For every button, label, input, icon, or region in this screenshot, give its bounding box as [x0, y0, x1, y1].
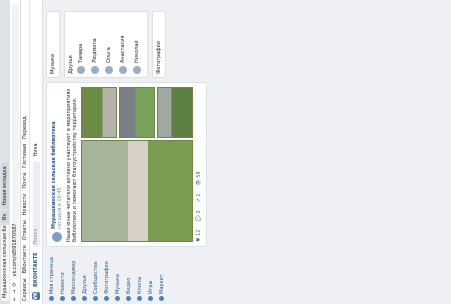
groups-icon	[93, 296, 98, 301]
photos-panel: Фотографии	[152, 11, 166, 78]
video-icon	[126, 296, 131, 301]
url-field[interactable]: vk.com/id591870587	[11, 3, 19, 280]
post-actions: ♥ 12 💬 3 ↗ 1 👁 58	[196, 87, 202, 242]
friend-item[interactable]: Людмила	[88, 15, 102, 74]
photos-title: Фотографии	[156, 41, 162, 74]
post-photo[interactable]	[81, 87, 117, 138]
main-layout: Моя страница Новости Мессенджер Друзья С…	[43, 0, 432, 304]
brand-name: ВКОНТАКТЕ	[33, 252, 39, 287]
post-photo[interactable]	[157, 87, 193, 138]
bookmark-item[interactable]: ВКонтакте	[22, 245, 28, 273]
tab-second[interactable]: Вк	[1, 210, 9, 223]
bookmark-item[interactable]: Сервисы	[22, 278, 28, 301]
bookmark-item[interactable]: Перевод	[22, 116, 28, 139]
post-header: Мурашкинская сельская библиотека сегодня…	[51, 87, 63, 242]
search-input[interactable]: Поиск	[32, 161, 40, 248]
bookmarks-bar: Сервисы ВКонтакте Ответы Новости Почта Г…	[21, 0, 30, 304]
news-icon	[60, 296, 65, 301]
feed-post: Мурашкинская сельская библиотека сегодня…	[46, 82, 207, 247]
menu-item[interactable]: Клипы	[134, 251, 145, 301]
vk-logo-icon[interactable]: VK	[32, 292, 40, 300]
address-bar: ← → ⟳ vk.com/id591870587	[10, 0, 21, 304]
friends-icon	[82, 296, 87, 301]
menu-item[interactable]: Фотографии	[101, 251, 112, 301]
user-name[interactable]: Ника	[33, 143, 39, 156]
reload-icon[interactable]: ⟳	[12, 282, 18, 286]
friend-avatar	[105, 66, 113, 74]
menu-item[interactable]: Игры	[145, 251, 156, 301]
games-icon	[148, 296, 153, 301]
photo-icon	[104, 296, 109, 301]
menu-item[interactable]: Музыка	[112, 251, 123, 301]
left-menu: Моя страница Новости Мессенджер Друзья С…	[46, 251, 429, 301]
bookmark-item[interactable]: Новости	[22, 194, 28, 216]
comment-button[interactable]: 💬 3	[196, 211, 202, 222]
bookmark-item[interactable]: Гостевая	[22, 144, 28, 168]
tab-third[interactable]: Новая вкладка	[1, 163, 9, 209]
post-photo[interactable]	[119, 87, 155, 138]
friend-avatar	[133, 66, 141, 74]
music-icon	[115, 296, 120, 301]
friend-avatar	[119, 66, 127, 74]
promo-panel[interactable]: Музыка	[46, 11, 60, 78]
forward-icon[interactable]: →	[12, 290, 18, 294]
tab-main[interactable]: Мурашкинская сельская библиотека	[1, 225, 9, 301]
friend-avatar	[91, 66, 99, 74]
post-text: Наши юные читатели активно участвуют в м…	[66, 88, 78, 242]
menu-item[interactable]: Сообщества	[90, 251, 101, 301]
menu-item[interactable]: Видео	[123, 251, 134, 301]
menu-item[interactable]: Маркет	[156, 251, 167, 301]
home-icon	[49, 296, 54, 301]
bookmark-item[interactable]: Ответы	[22, 220, 28, 240]
post-time: сегодня в 10:45	[57, 187, 63, 229]
market-icon	[159, 296, 164, 301]
share-button[interactable]: ↗ 1	[196, 194, 202, 203]
rotated-screen: Мурашкинская сельская библиотека Вк Нова…	[0, 0, 451, 304]
promo-label: Музыка	[50, 54, 56, 74]
friend-item[interactable]: Тамара	[74, 15, 88, 74]
friend-item[interactable]: Анастасия	[116, 15, 130, 74]
friends-panel: Друзья Тамара Людмила Ольга Анастасия Ни…	[64, 11, 148, 78]
friend-item[interactable]: Николай	[130, 15, 144, 74]
avatar[interactable]	[52, 232, 62, 242]
menu-item[interactable]: Моя страница	[46, 251, 57, 301]
friend-avatar	[77, 66, 85, 74]
news-feed: Мурашкинская сельская библиотека сегодня…	[46, 82, 429, 247]
views-count: 👁 58	[196, 171, 202, 186]
bookmark-item[interactable]: Почта	[22, 173, 28, 189]
menu-item[interactable]: Новости	[57, 251, 68, 301]
vk-header: VK ВКОНТАКТЕ Поиск Ника	[30, 0, 43, 304]
back-icon[interactable]: ←	[12, 297, 18, 301]
menu-item[interactable]: Мессенджер	[68, 251, 79, 301]
right-sidebar: Музыка Друзья Тамара Людмила Ольга Анаст…	[46, 11, 429, 78]
message-icon	[71, 296, 76, 301]
like-button[interactable]: ♥ 12	[196, 230, 202, 242]
post-photos	[81, 87, 193, 242]
menu-item[interactable]: Друзья	[79, 251, 90, 301]
friend-item[interactable]: Ольга	[102, 15, 116, 74]
post-photo-main[interactable]	[81, 140, 193, 242]
browser-tabs: Мурашкинская сельская библиотека Вк Нова…	[0, 0, 10, 304]
clips-icon	[137, 296, 142, 301]
